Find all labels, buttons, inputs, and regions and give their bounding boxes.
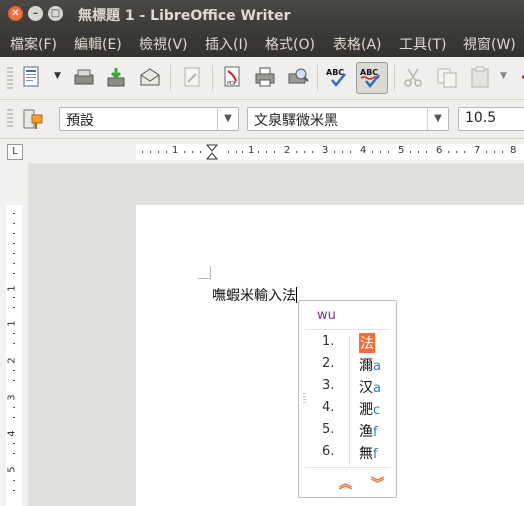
ruler-number: 1 <box>6 285 18 292</box>
text-cursor <box>296 287 297 303</box>
autospellcheck-icon[interactable]: ABC <box>359 65 383 89</box>
menu-table[interactable]: 表格(A) <box>333 34 382 54</box>
minimize-window-button[interactable]: – <box>28 6 43 21</box>
menu-window[interactable]: 視窗(W) <box>463 34 516 54</box>
ime-preedit: wu <box>317 308 336 323</box>
toolbar-grip[interactable] <box>7 67 13 89</box>
svg-text:ABC: ABC <box>360 68 378 77</box>
ruler-number: 4 <box>360 145 367 156</box>
ime-candidate[interactable]: 2. 濔a <box>299 354 396 376</box>
ruler-number: 8 <box>510 145 517 156</box>
font-name-value: 文泉驛微米黑 <box>254 113 338 129</box>
cut-icon[interactable] <box>401 65 425 89</box>
spellcheck-icon[interactable]: ABC <box>325 65 349 89</box>
print-icon[interactable] <box>253 65 277 89</box>
indent-marker-icon[interactable] <box>206 144 218 160</box>
menu-tools[interactable]: 工具(T) <box>399 34 446 54</box>
formatting-toolbar: 預設 ▼ 文泉驛微米黑 ▼ 10.5 <box>0 100 524 139</box>
ruler-number: 5 <box>398 145 405 156</box>
menu-format[interactable]: 格式(O) <box>265 34 315 54</box>
export-pdf-icon[interactable]: PDF <box>220 65 244 89</box>
menu-edit[interactable]: 編輯(E) <box>74 34 122 54</box>
paragraph-style-value: 預設 <box>66 113 94 129</box>
font-size-combo[interactable]: 10.5 <box>458 107 524 131</box>
separator <box>170 65 171 91</box>
email-icon[interactable] <box>138 65 162 89</box>
svg-text:ABC: ABC <box>326 68 344 77</box>
undo-icon[interactable] <box>512 65 524 89</box>
ruler-number: 3 <box>6 394 18 401</box>
menu-insert[interactable]: 插入(I) <box>205 34 248 54</box>
save-icon[interactable] <box>104 65 128 89</box>
svg-text:PDF: PDF <box>227 81 237 87</box>
ime-candidate[interactable]: 5. 渔f <box>299 420 396 442</box>
separator <box>394 65 395 91</box>
ruler-number: 7 <box>474 145 481 156</box>
ruler-number: 3 <box>322 145 329 156</box>
ime-candidate-window: wu 1. 法 2. 濔a 3. 汉a 4. 淝c 5. 渔f 6. 無f ︽ … <box>298 300 397 498</box>
ruler-row: L 1 1 2 3 4 5 6 7 8 <box>0 139 524 163</box>
ime-candidate[interactable]: 1. 法 <box>299 332 396 354</box>
vertical-ruler[interactable]: 1 1 2 3 4 5 <box>6 205 22 506</box>
styles-formatting-icon[interactable] <box>22 107 44 131</box>
separator <box>212 65 213 91</box>
font-size-value: 10.5 <box>465 110 497 126</box>
window-title: 無標題 1 - LibreOffice Writer <box>78 8 291 24</box>
ruler-number: 1 <box>248 145 255 156</box>
ime-prev-page-button[interactable]: ︽ <box>339 473 352 492</box>
divider <box>305 467 390 468</box>
divider <box>305 329 390 330</box>
open-icon[interactable] <box>72 65 96 89</box>
text-boundary-corner <box>198 266 211 279</box>
ruler-number: 4 <box>6 430 18 437</box>
chevron-down-icon[interactable]: ▼ <box>217 108 238 130</box>
ime-next-page-button[interactable]: ︾ <box>371 473 384 492</box>
font-name-combo[interactable]: 文泉驛微米黑 ▼ <box>247 107 449 131</box>
toolbar-grip[interactable] <box>7 109 13 129</box>
ime-candidate[interactable]: 3. 汉a <box>299 376 396 398</box>
copy-icon[interactable] <box>435 65 459 89</box>
standard-toolbar: ▼ PDF ABC ABC ▼ <box>0 57 524 100</box>
ime-candidate[interactable]: 4. 淝c <box>299 398 396 420</box>
menu-view[interactable]: 檢視(V) <box>139 34 188 54</box>
ruler-number: 2 <box>6 357 18 364</box>
new-dropdown-arrow-icon[interactable]: ▼ <box>54 71 61 81</box>
menu-file[interactable]: 檔案(F) <box>10 34 57 54</box>
paragraph-style-combo[interactable]: 預設 ▼ <box>59 107 239 131</box>
close-window-button[interactable]: ✕ <box>8 6 23 21</box>
ruler-number: 5 <box>6 466 18 473</box>
new-document-icon[interactable] <box>20 65 44 89</box>
separator <box>317 65 318 91</box>
menu-bar: 檔案(F) 編輯(E) 檢視(V) 插入(I) 格式(O) 表格(A) 工具(T… <box>0 29 524 57</box>
title-bar: ✕ – □ 無標題 1 - LibreOffice Writer <box>0 0 524 29</box>
document-text[interactable]: 嘸蝦米輸入法 <box>212 285 297 305</box>
ruler-number: 2 <box>284 145 291 156</box>
print-preview-icon[interactable] <box>286 65 310 89</box>
maximize-window-button[interactable]: □ <box>48 6 63 21</box>
ruler-number: 1 <box>6 320 18 327</box>
chevron-down-icon[interactable]: ▼ <box>427 108 448 130</box>
horizontal-ruler[interactable]: 1 1 2 3 4 5 6 7 8 <box>136 144 524 160</box>
paste-dropdown-arrow-icon[interactable]: ▼ <box>500 71 507 81</box>
tab-stop-selector[interactable]: L <box>7 144 23 160</box>
paste-icon[interactable] <box>468 65 492 89</box>
edit-mode-icon[interactable] <box>180 65 204 89</box>
ruler-number: 6 <box>436 145 443 156</box>
ime-candidate[interactable]: 6. 無f <box>299 442 396 464</box>
ruler-number: 1 <box>172 145 179 156</box>
